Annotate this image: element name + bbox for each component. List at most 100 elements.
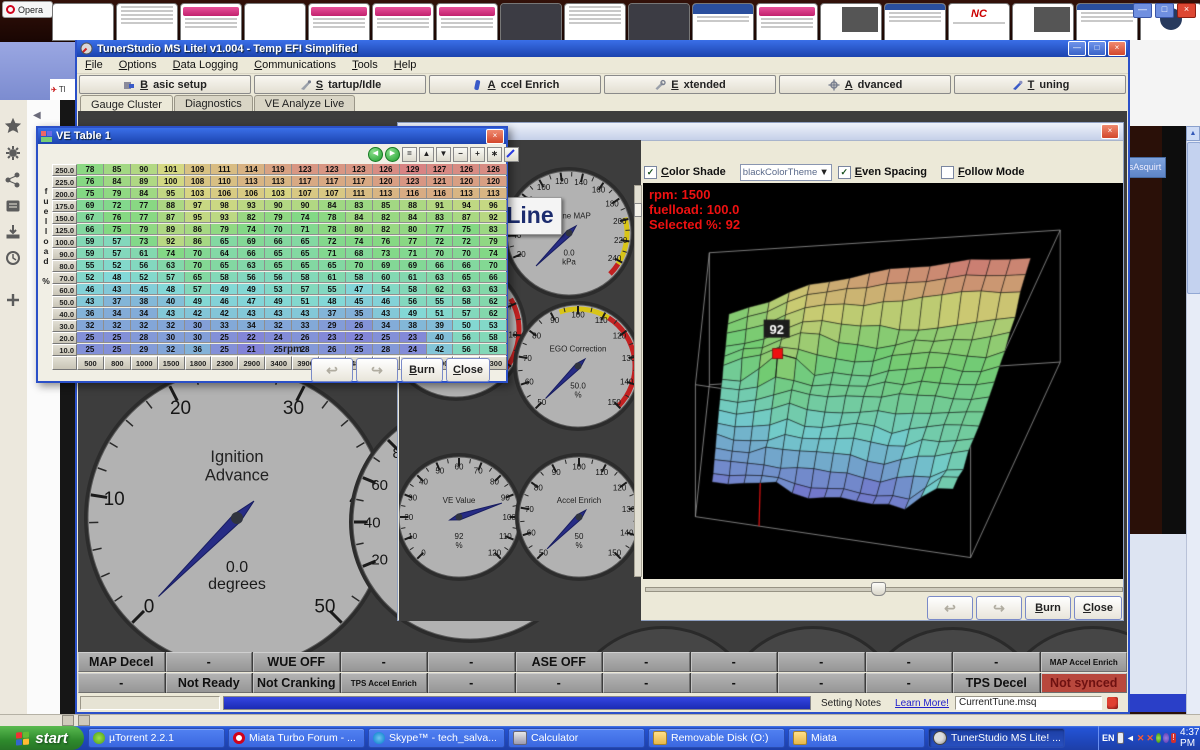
ve-cell[interactable]: 114 <box>238 164 265 175</box>
table-tool-0[interactable]: = <box>402 147 417 162</box>
advanced-button[interactable]: Advanced <box>779 75 951 94</box>
ve-cell[interactable]: 74 <box>238 224 265 235</box>
browser-tab-miata[interactable] <box>308 3 370 41</box>
ve-cell[interactable]: 47 <box>238 296 265 307</box>
ve-cell[interactable]: 30 <box>185 320 212 331</box>
browser-tab-miata[interactable] <box>372 3 434 41</box>
current-tune-field[interactable]: CurrentTune.msq <box>955 696 1102 710</box>
ve3d-undo-button[interactable]: ↩ <box>927 596 973 620</box>
ve-cell[interactable]: 70 <box>185 260 212 271</box>
ve-3d-close-button[interactable]: × <box>1101 124 1119 139</box>
browser-tab-miata[interactable] <box>756 3 818 41</box>
ve-cell[interactable]: 109 <box>185 164 212 175</box>
table-tool-4[interactable]: + <box>470 147 485 162</box>
ve-cell[interactable]: 43 <box>158 308 185 319</box>
ve-cell[interactable]: 123 <box>346 164 373 175</box>
ve-cell[interactable]: 66 <box>453 260 480 271</box>
ve-cell[interactable]: 63 <box>158 260 185 271</box>
ve-cell[interactable]: 36 <box>77 308 104 319</box>
ve-cell[interactable]: 72 <box>319 236 346 247</box>
ve-cell[interactable]: 67 <box>77 212 104 223</box>
ve-cell[interactable]: 62 <box>427 284 454 295</box>
ve-cell[interactable]: 58 <box>292 272 319 283</box>
gear-icon[interactable] <box>5 145 22 162</box>
even-spacing-checkbox[interactable]: ✓ <box>838 166 851 179</box>
ve-cell[interactable]: 65 <box>265 260 292 271</box>
ve-cell[interactable]: 62 <box>480 296 507 307</box>
ve-cell[interactable]: 55 <box>319 284 346 295</box>
ve-cell[interactable]: 78 <box>319 212 346 223</box>
ve-cell[interactable]: 75 <box>77 188 104 199</box>
ve-cell[interactable]: 57 <box>104 236 131 247</box>
panel-collapse-icon[interactable]: ◀ <box>33 110 41 121</box>
close-button[interactable]: Close <box>446 358 490 382</box>
ve-cell[interactable]: 32 <box>158 320 185 331</box>
ve-cell[interactable]: 65 <box>265 248 292 259</box>
ve-cell[interactable]: 61 <box>319 272 346 283</box>
browser-close-button[interactable]: × <box>1177 3 1196 18</box>
taskbar-button-4[interactable]: Calculator <box>508 728 645 748</box>
ve-cell[interactable]: 46 <box>211 296 238 307</box>
ve-cell[interactable]: 116 <box>427 188 454 199</box>
tunerstudio-titlebar[interactable]: TunerStudio MS Lite! v1.004 - Temp EFI S… <box>77 40 1128 57</box>
ve-cell[interactable]: 62 <box>480 308 507 319</box>
taskbar-button-1[interactable]: µTorrent 2.2.1 <box>88 728 225 748</box>
browser-tab-nc[interactable]: NC <box>948 3 1010 41</box>
table-next-button[interactable]: ▶ <box>385 147 400 162</box>
security-icon[interactable]: ! <box>1171 733 1176 743</box>
ve-cell[interactable]: 63 <box>238 260 265 271</box>
ve-cell[interactable]: 40 <box>427 332 454 343</box>
ve-cell[interactable]: 58 <box>453 296 480 307</box>
ve-cell[interactable]: 63 <box>480 284 507 295</box>
ve-cell[interactable]: 29 <box>319 320 346 331</box>
ve-cell[interactable]: 65 <box>211 236 238 247</box>
ve-cell[interactable]: 52 <box>77 272 104 283</box>
messenger-icon[interactable] <box>1163 733 1168 743</box>
ve-cell[interactable]: 47 <box>346 284 373 295</box>
ve-cell[interactable]: 39 <box>427 320 454 331</box>
ve-cell[interactable]: 51 <box>427 308 454 319</box>
ve-cell[interactable]: 43 <box>265 308 292 319</box>
even-spacing[interactable]: ✓Even Spacing <box>838 166 927 179</box>
ve-cell[interactable]: 71 <box>319 248 346 259</box>
ve-cell[interactable]: 76 <box>77 176 104 187</box>
follow-mode-checkbox[interactable] <box>941 166 954 179</box>
ve-cell[interactable]: 84 <box>319 200 346 211</box>
ve-cell[interactable]: 66 <box>265 236 292 247</box>
ve-cell[interactable]: 74 <box>158 248 185 259</box>
utorrent-icon[interactable] <box>1156 733 1161 743</box>
ve-cell[interactable]: 121 <box>427 176 454 187</box>
ve-cell[interactable]: 116 <box>400 188 427 199</box>
browser-restore-button[interactable]: □ <box>1155 3 1174 18</box>
ve-cell[interactable]: 66 <box>427 260 454 271</box>
ve-cell[interactable]: 79 <box>131 224 158 235</box>
basic-setup-button[interactable]: Basic setup <box>79 75 251 94</box>
ve-cell[interactable]: 58 <box>480 332 507 343</box>
ve-cell[interactable]: 101 <box>158 164 185 175</box>
ve-cell[interactable]: 74 <box>480 248 507 259</box>
ve-cell[interactable]: 43 <box>238 308 265 319</box>
ve-cell[interactable]: 57 <box>104 248 131 259</box>
browser-tab-google[interactable] <box>564 3 626 41</box>
browser-tab-doc[interactable] <box>52 3 114 41</box>
ve-cell[interactable]: 65 <box>292 236 319 247</box>
ve-cell[interactable]: 89 <box>158 224 185 235</box>
browser-tab-video[interactable] <box>692 3 754 41</box>
ve-cell[interactable]: 23 <box>400 332 427 343</box>
browser-tab-forum2[interactable] <box>1076 3 1138 41</box>
ve-cell[interactable]: 126 <box>373 164 400 175</box>
ve-cell[interactable]: 127 <box>427 164 454 175</box>
ve-cell[interactable]: 48 <box>319 296 346 307</box>
ve-cell[interactable]: 77 <box>427 224 454 235</box>
ve-cell[interactable]: 82 <box>373 224 400 235</box>
statusbar-globe-icon[interactable] <box>78 715 90 726</box>
ve-cell[interactable]: 95 <box>158 188 185 199</box>
ve-cell[interactable]: 77 <box>131 200 158 211</box>
ve-cell[interactable]: 57 <box>292 284 319 295</box>
ve-cell[interactable]: 28 <box>131 332 158 343</box>
ve-cell[interactable]: 23 <box>319 332 346 343</box>
ve-cell[interactable]: 88 <box>158 200 185 211</box>
ve-cell[interactable]: 74 <box>346 236 373 247</box>
ve-cell[interactable]: 26 <box>346 320 373 331</box>
ve-cell[interactable]: 65 <box>453 272 480 283</box>
